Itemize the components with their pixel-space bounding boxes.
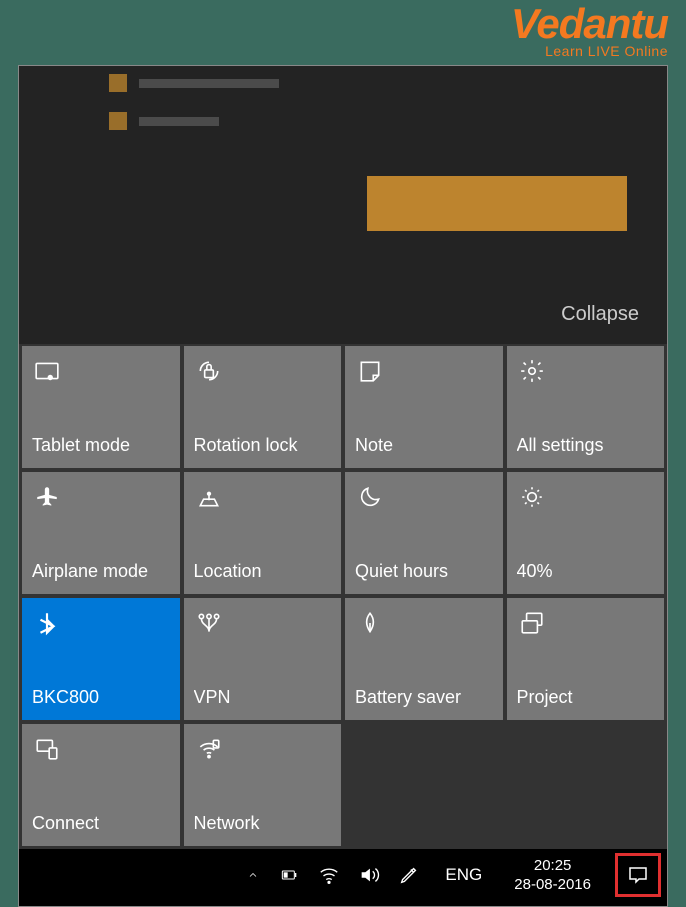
note-icon — [355, 356, 385, 386]
tray-volume-icon[interactable] — [357, 863, 381, 887]
screenshot: Collapse Tablet mode Rotation lock Note — [18, 65, 668, 907]
tile-connect[interactable]: Connect — [22, 724, 180, 846]
tile-location[interactable]: Location — [184, 472, 342, 594]
rotation-lock-icon — [194, 356, 224, 386]
wifi-icon — [194, 734, 224, 764]
tile-label: Network — [194, 813, 332, 834]
tile-note[interactable]: Note — [345, 346, 503, 468]
tile-label: Note — [355, 435, 493, 456]
airplane-icon — [32, 482, 62, 512]
tile-label: All settings — [517, 435, 655, 456]
tray-chevron-up-icon[interactable] — [237, 863, 261, 887]
tile-label: Airplane mode — [32, 561, 170, 582]
tray-pen-icon[interactable] — [397, 863, 421, 887]
tile-label: Project — [517, 687, 655, 708]
tray-battery-icon[interactable] — [277, 863, 301, 887]
gear-icon — [517, 356, 547, 386]
tile-label: BKC800 — [32, 687, 170, 708]
background-button — [367, 176, 627, 231]
tray-time: 20:25 — [514, 856, 591, 876]
tray-language[interactable]: ENG — [437, 865, 490, 885]
collapse-button[interactable]: Collapse — [561, 303, 639, 326]
tile-battery-saver[interactable]: Battery saver — [345, 598, 503, 720]
leaf-icon — [355, 608, 385, 638]
tile-label: VPN — [194, 687, 332, 708]
tile-project[interactable]: Project — [507, 598, 665, 720]
moon-icon — [355, 482, 385, 512]
location-icon — [194, 482, 224, 512]
quick-actions-grid: Tablet mode Rotation lock Note All setti… — [19, 344, 667, 849]
notification-area: Collapse — [19, 66, 667, 344]
tray-date: 28-08-2016 — [514, 875, 591, 895]
tile-label: Connect — [32, 813, 170, 834]
watermark: Vedantu Learn LIVE Online — [511, 5, 668, 59]
action-center-button[interactable] — [615, 853, 661, 897]
watermark-logo: Vedantu — [511, 5, 668, 43]
tile-label: 40% — [517, 561, 655, 582]
project-icon — [517, 608, 547, 638]
tile-network[interactable]: Network — [184, 724, 342, 846]
background-app-blur — [109, 66, 279, 130]
tile-all-settings[interactable]: All settings — [507, 346, 665, 468]
tile-label: Location — [194, 561, 332, 582]
tile-label: Battery saver — [355, 687, 493, 708]
taskbar: ENG 20:25 28-08-2016 — [19, 849, 667, 901]
tile-label: Rotation lock — [194, 435, 332, 456]
tile-brightness[interactable]: 40% — [507, 472, 665, 594]
tray-clock[interactable]: 20:25 28-08-2016 — [506, 856, 599, 895]
tile-bluetooth[interactable]: BKC800 — [22, 598, 180, 720]
tile-label: Quiet hours — [355, 561, 493, 582]
tablet-mode-icon — [32, 356, 62, 386]
tile-quiet-hours[interactable]: Quiet hours — [345, 472, 503, 594]
brightness-icon — [517, 482, 547, 512]
connect-icon — [32, 734, 62, 764]
tile-rotation-lock[interactable]: Rotation lock — [184, 346, 342, 468]
tray-wifi-icon[interactable] — [317, 863, 341, 887]
tile-vpn[interactable]: VPN — [184, 598, 342, 720]
tile-label: Tablet mode — [32, 435, 170, 456]
bluetooth-icon — [32, 608, 62, 638]
tile-tablet-mode[interactable]: Tablet mode — [22, 346, 180, 468]
tile-airplane-mode[interactable]: Airplane mode — [22, 472, 180, 594]
vpn-icon — [194, 608, 224, 638]
